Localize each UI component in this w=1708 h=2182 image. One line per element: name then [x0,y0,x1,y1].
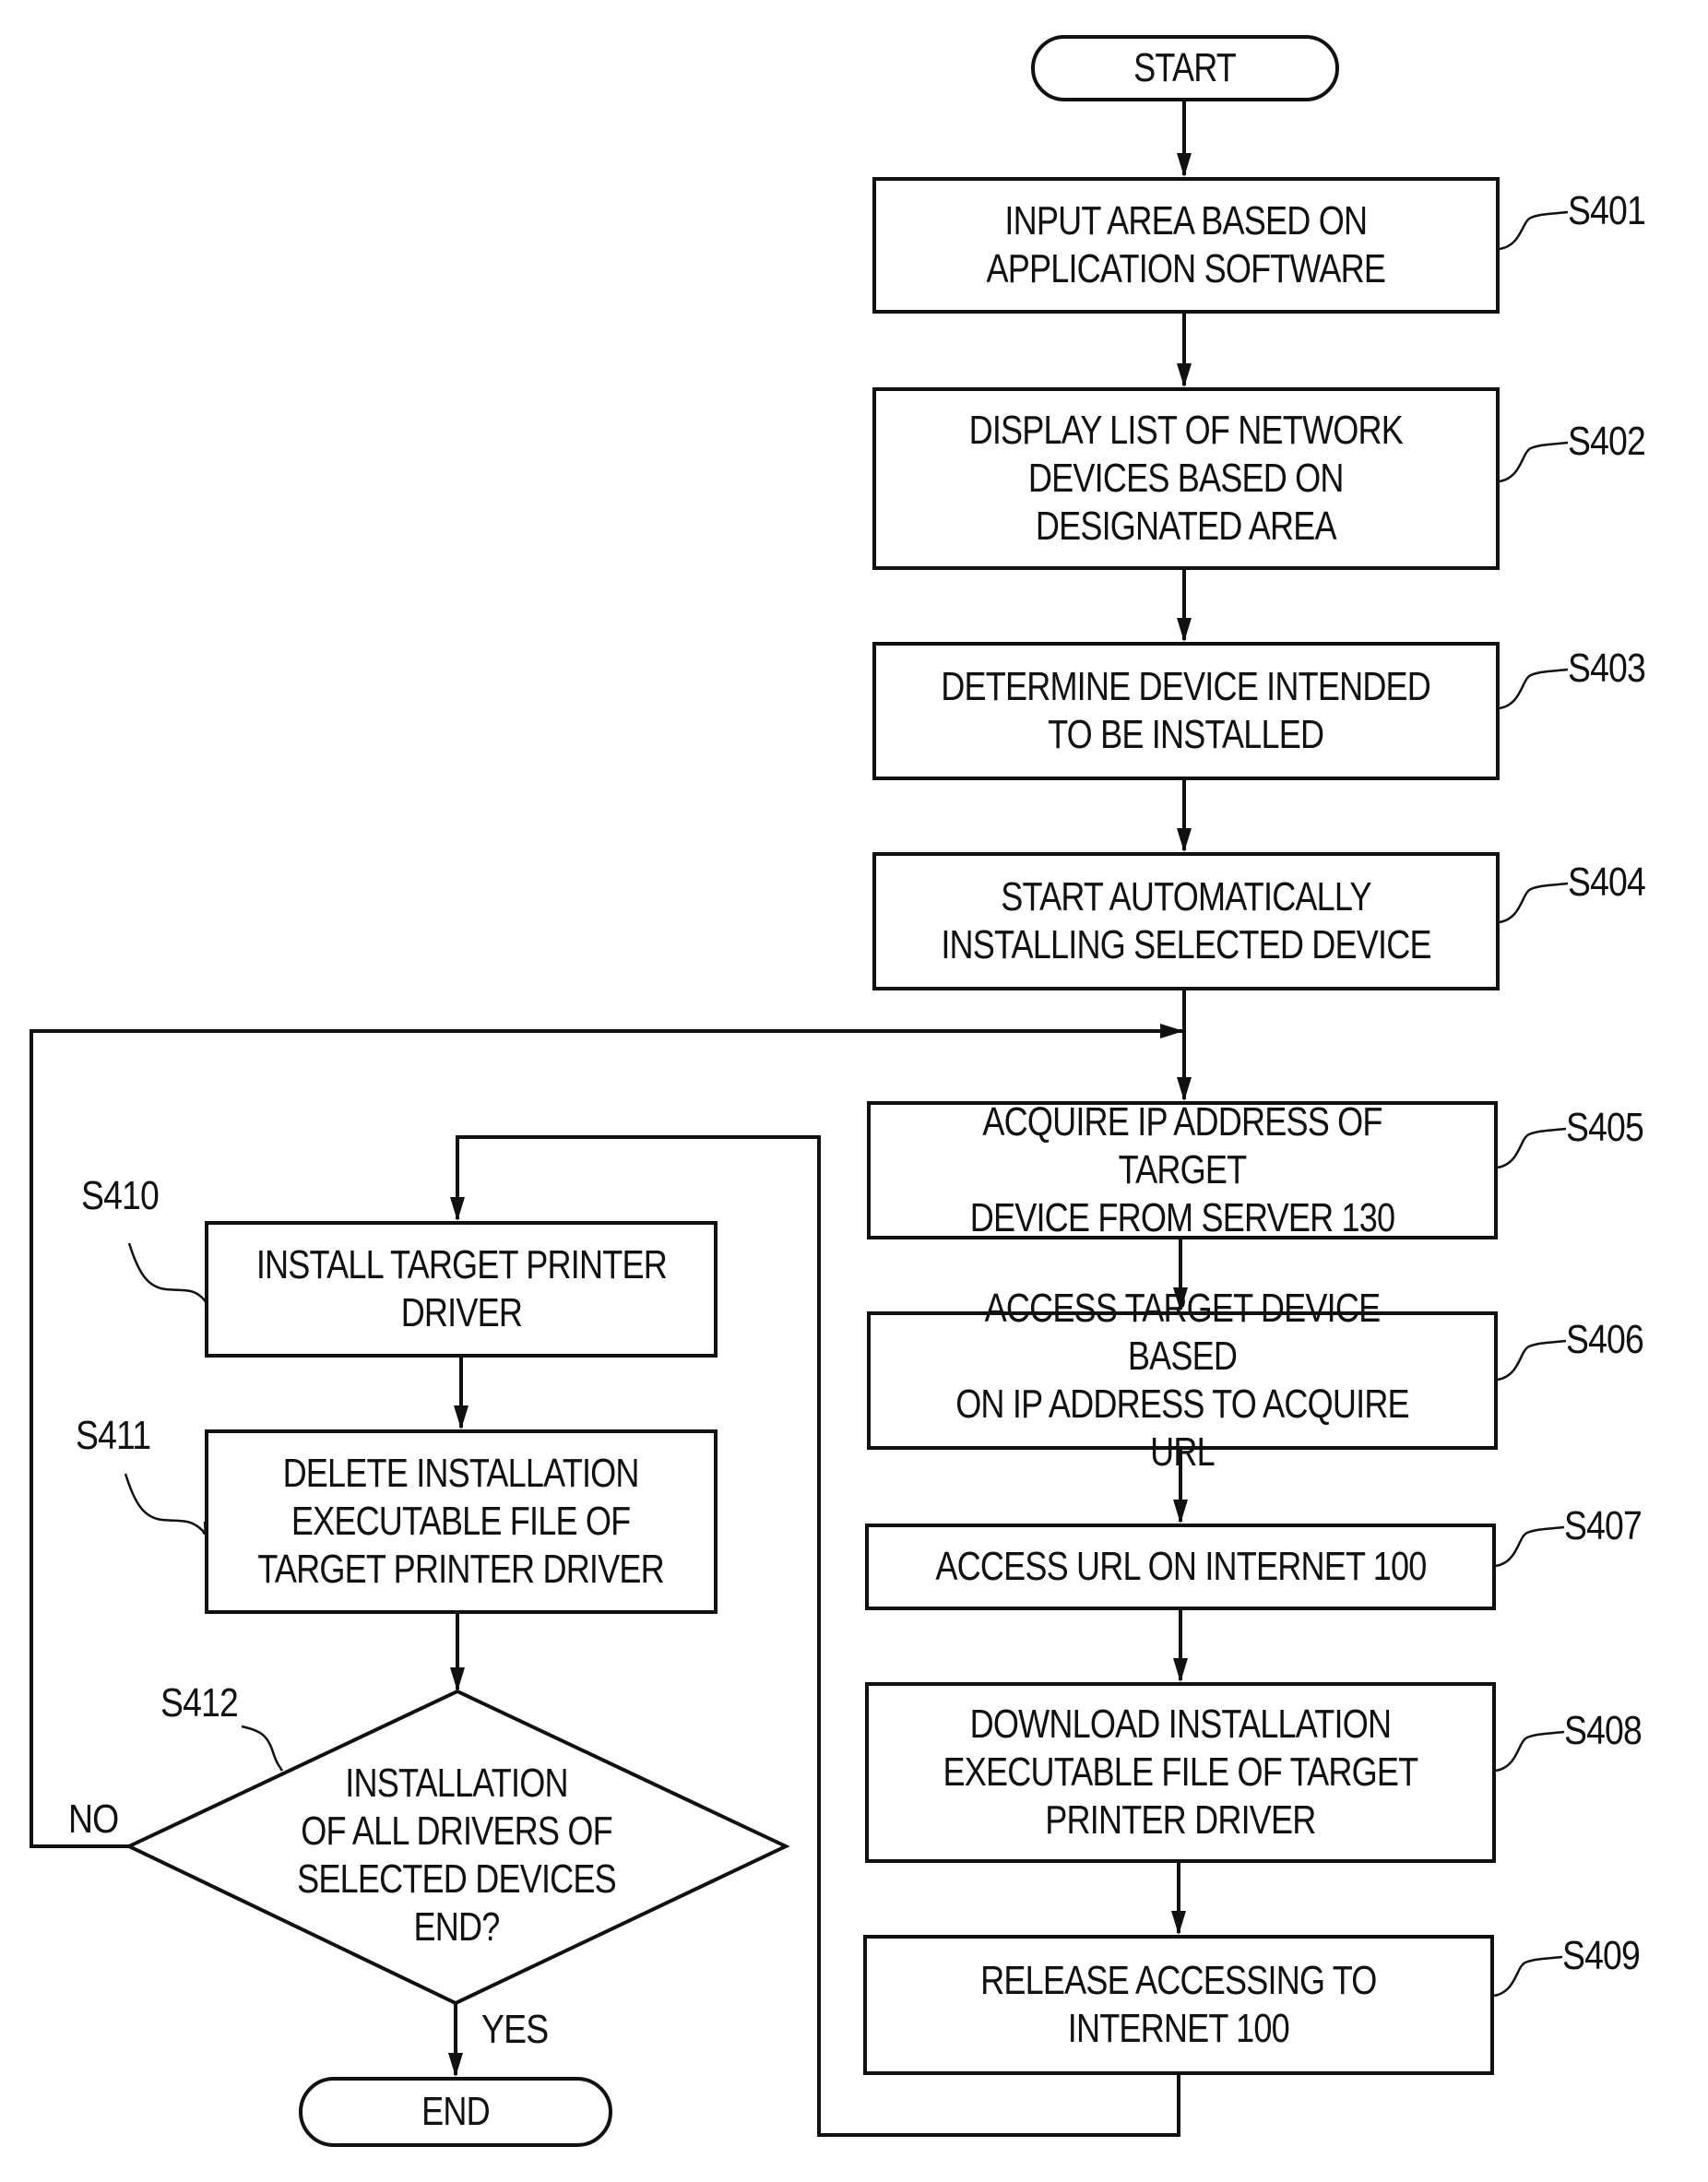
step-id-s411: S411 [76,1413,151,1458]
step-text: ACQUIRE IP ADDRESS OF TARGET DEVICE FROM… [969,1099,1395,1240]
end-label: END [421,2089,491,2134]
step-text: INPUT AREA BASED ON APPLICATION SOFTWARE [986,198,1386,291]
step-text: ACCESS TARGET DEVICE BASED ON IP ADDRESS… [955,1286,1409,1475]
step-s402: DISPLAY LIST OF NETWORK DEVICES BASED ON… [872,387,1500,570]
step-s409: RELEASE ACCESSING TO INTERNET 100 [863,1935,1494,2075]
step-id-s401: S401 [1568,188,1646,233]
step-s406: ACCESS TARGET DEVICE BASED ON IP ADDRESS… [867,1286,1498,1475]
step-text: RELEASE ACCESSING TO INTERNET 100 [980,1958,1377,2051]
step-text: DELETE INSTALLATION EXECUTABLE FILE OF T… [257,1451,665,1592]
decision-id-s412: S412 [160,1680,239,1725]
start-terminal: START [1031,35,1339,101]
step-id-s406: S406 [1566,1317,1644,1362]
step-id-s404: S404 [1568,860,1646,905]
step-id-s407: S407 [1564,1503,1643,1548]
step-text: DISPLAY LIST OF NETWORK DEVICES BASED ON… [968,408,1404,549]
start-label: START [1133,45,1238,90]
step-id-s405: S405 [1566,1105,1644,1150]
step-s403: DETERMINE DEVICE INTENDED TO BE INSTALLE… [872,642,1500,780]
step-id-s409: S409 [1562,1933,1641,1978]
step-text: ACCESS URL ON INTERNET 100 [934,1544,1427,1589]
step-s405: ACQUIRE IP ADDRESS OF TARGET DEVICE FROM… [867,1099,1498,1240]
yes-label: YES [481,2007,549,2052]
step-s411: DELETE INSTALLATION EXECUTABLE FILE OF T… [205,1429,718,1614]
end-terminal: END [299,2077,612,2147]
step-s408: DOWNLOAD INSTALLATION EXECUTABLE FILE OF… [865,1682,1496,1863]
step-text: DOWNLOAD INSTALLATION EXECUTABLE FILE OF… [943,1702,1419,1843]
decision-text: INSTALLATION OF ALL DRIVERS OF SELECTED … [297,1761,617,1950]
step-id-s408: S408 [1564,1708,1643,1753]
step-text: DETERMINE DEVICE INTENDED TO BE INSTALLE… [941,664,1432,757]
step-id-s402: S402 [1568,419,1646,464]
step-text: INSTALL TARGET PRINTER DRIVER [255,1242,667,1335]
step-s401: INPUT AREA BASED ON APPLICATION SOFTWARE [872,177,1500,314]
step-id-s410: S410 [81,1173,160,1218]
step-s410: INSTALL TARGET PRINTER DRIVER [205,1221,718,1358]
step-s407: ACCESS URL ON INTERNET 100 [865,1524,1496,1610]
step-text: START AUTOMATICALLY INSTALLING SELECTED … [941,874,1431,967]
step-s404: START AUTOMATICALLY INSTALLING SELECTED … [872,852,1500,990]
step-id-s403: S403 [1568,646,1646,691]
no-label: NO [68,1797,119,1842]
